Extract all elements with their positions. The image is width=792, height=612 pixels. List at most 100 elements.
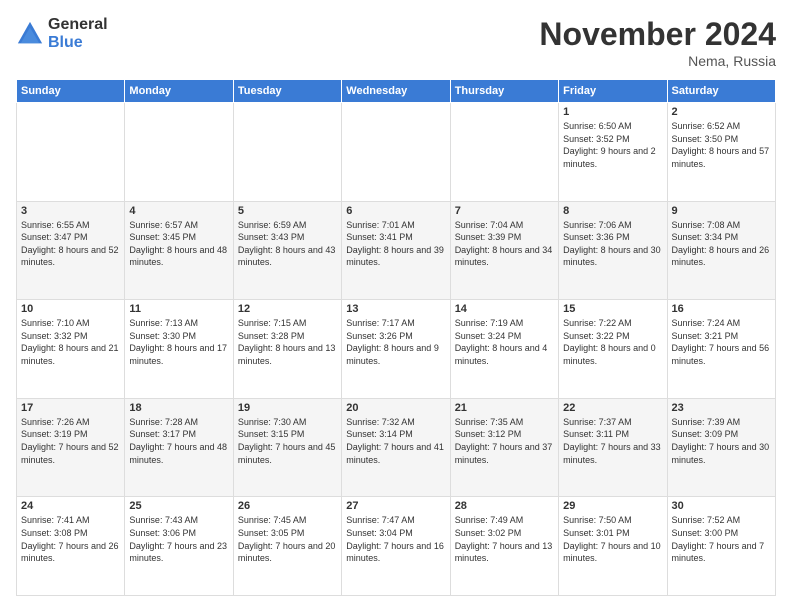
day-number: 27 — [346, 500, 445, 512]
day-info: Sunrise: 7:49 AMSunset: 3:02 PMDaylight:… — [455, 514, 554, 564]
day-number: 8 — [563, 205, 662, 217]
day-number: 26 — [238, 500, 337, 512]
calendar-header-row: SundayMondayTuesdayWednesdayThursdayFrid… — [17, 80, 776, 103]
calendar-cell — [233, 103, 341, 202]
day-info: Sunrise: 7:37 AMSunset: 3:11 PMDaylight:… — [563, 416, 662, 466]
day-number: 15 — [563, 303, 662, 315]
calendar-cell — [450, 103, 558, 202]
day-header: Thursday — [450, 80, 558, 103]
day-number: 3 — [21, 205, 120, 217]
day-info: Sunrise: 7:32 AMSunset: 3:14 PMDaylight:… — [346, 416, 445, 466]
day-info: Sunrise: 7:39 AMSunset: 3:09 PMDaylight:… — [672, 416, 771, 466]
day-header: Tuesday — [233, 80, 341, 103]
day-number: 11 — [129, 303, 228, 315]
calendar-week-row: 3 Sunrise: 6:55 AMSunset: 3:47 PMDaylight… — [17, 201, 776, 300]
calendar-cell: 26 Sunrise: 7:45 AMSunset: 3:05 PMDayligh… — [233, 497, 341, 596]
logo-blue: Blue — [48, 34, 108, 52]
day-info: Sunrise: 6:57 AMSunset: 3:45 PMDaylight:… — [129, 219, 228, 269]
day-number: 25 — [129, 500, 228, 512]
day-info: Sunrise: 7:01 AMSunset: 3:41 PMDaylight:… — [346, 219, 445, 269]
calendar-cell: 28Sunrise: 7:49 AMSunset: 3:02 PMDayligh… — [450, 497, 558, 596]
day-info: Sunrise: 6:52 AMSunset: 3:50 PMDaylight:… — [672, 120, 771, 170]
day-info: Sunrise: 7:24 AMSunset: 3:21 PMDaylight:… — [672, 317, 771, 367]
calendar-cell: 6Sunrise: 7:01 AMSunset: 3:41 PMDaylight… — [342, 201, 450, 300]
calendar-week-row: 24Sunrise: 7:41 AMSunset: 3:08 PMDayligh… — [17, 497, 776, 596]
calendar-cell: 5 Sunrise: 6:59 AMSunset: 3:43 PMDaylight… — [233, 201, 341, 300]
header: General Blue November 2024 Nema, Russia — [16, 16, 776, 69]
day-number: 7 — [455, 205, 554, 217]
day-info: Sunrise: 7:19 AMSunset: 3:24 PMDaylight:… — [455, 317, 554, 367]
day-info: Sunrise: 7:47 AMSunset: 3:04 PMDaylight:… — [346, 514, 445, 564]
calendar-cell: 18 Sunrise: 7:28 AMSunset: 3:17 PMDayligh… — [125, 398, 233, 497]
day-info: Sunrise: 7:41 AMSunset: 3:08 PMDaylight:… — [21, 514, 120, 564]
day-number: 20 — [346, 402, 445, 414]
location: Nema, Russia — [539, 53, 776, 69]
calendar-cell: 11 Sunrise: 7:13 AMSunset: 3:30 PMDayligh… — [125, 300, 233, 399]
calendar-cell: 16Sunrise: 7:24 AMSunset: 3:21 PMDayligh… — [667, 300, 775, 399]
day-number: 17 — [21, 402, 120, 414]
logo-text: General Blue — [48, 16, 108, 51]
calendar-cell: 2 Sunrise: 6:52 AMSunset: 3:50 PMDaylight… — [667, 103, 775, 202]
calendar-cell: 12 Sunrise: 7:15 AMSunset: 3:28 PMDayligh… — [233, 300, 341, 399]
day-info: Sunrise: 6:50 AMSunset: 3:52 PMDaylight:… — [563, 120, 662, 170]
logo: General Blue — [16, 16, 108, 51]
calendar-cell: 30Sunrise: 7:52 AMSunset: 3:00 PMDayligh… — [667, 497, 775, 596]
day-number: 10 — [21, 303, 120, 315]
calendar-cell: 22Sunrise: 7:37 AMSunset: 3:11 PMDayligh… — [559, 398, 667, 497]
day-info: Sunrise: 7:06 AMSunset: 3:36 PMDaylight:… — [563, 219, 662, 269]
calendar-cell: 10 Sunrise: 7:10 AMSunset: 3:32 PMDayligh… — [17, 300, 125, 399]
day-info: Sunrise: 7:04 AMSunset: 3:39 PMDaylight:… — [455, 219, 554, 269]
day-info: Sunrise: 7:45 AMSunset: 3:05 PMDaylight:… — [238, 514, 337, 564]
calendar-cell: 3 Sunrise: 6:55 AMSunset: 3:47 PMDaylight… — [17, 201, 125, 300]
day-number: 12 — [238, 303, 337, 315]
calendar-cell: 4 Sunrise: 6:57 AMSunset: 3:45 PMDaylight… — [125, 201, 233, 300]
day-info: Sunrise: 7:17 AMSunset: 3:26 PMDaylight:… — [346, 317, 445, 367]
day-number: 4 — [129, 205, 228, 217]
day-number: 29 — [563, 500, 662, 512]
calendar-cell: 25Sunrise: 7:43 AMSunset: 3:06 PMDayligh… — [125, 497, 233, 596]
month-title: November 2024 — [539, 16, 776, 53]
day-number: 9 — [672, 205, 771, 217]
day-header: Sunday — [17, 80, 125, 103]
day-number: 14 — [455, 303, 554, 315]
day-number: 23 — [672, 402, 771, 414]
day-number: 18 — [129, 402, 228, 414]
calendar-cell — [17, 103, 125, 202]
calendar-cell: 9 Sunrise: 7:08 AMSunset: 3:34 PMDaylight… — [667, 201, 775, 300]
day-header: Monday — [125, 80, 233, 103]
day-info: Sunrise: 7:50 AMSunset: 3:01 PMDaylight:… — [563, 514, 662, 564]
calendar-cell — [125, 103, 233, 202]
calendar-cell: 13 Sunrise: 7:17 AMSunset: 3:26 PMDayligh… — [342, 300, 450, 399]
logo-icon — [16, 20, 44, 48]
day-info: Sunrise: 7:13 AMSunset: 3:30 PMDaylight:… — [129, 317, 228, 367]
calendar-cell: 20 Sunrise: 7:32 AMSunset: 3:14 PMDayligh… — [342, 398, 450, 497]
day-number: 30 — [672, 500, 771, 512]
calendar-cell: 23 Sunrise: 7:39 AMSunset: 3:09 PMDayligh… — [667, 398, 775, 497]
title-block: November 2024 Nema, Russia — [539, 16, 776, 69]
day-number: 19 — [238, 402, 337, 414]
day-info: Sunrise: 7:15 AMSunset: 3:28 PMDaylight:… — [238, 317, 337, 367]
calendar-cell: 29 Sunrise: 7:50 AMSunset: 3:01 PMDayligh… — [559, 497, 667, 596]
day-header: Wednesday — [342, 80, 450, 103]
day-info: Sunrise: 7:22 AMSunset: 3:22 PMDaylight:… — [563, 317, 662, 367]
day-number: 13 — [346, 303, 445, 315]
day-info: Sunrise: 7:10 AMSunset: 3:32 PMDaylight:… — [21, 317, 120, 367]
day-number: 2 — [672, 106, 771, 118]
day-info: Sunrise: 6:59 AMSunset: 3:43 PMDaylight:… — [238, 219, 337, 269]
day-info: Sunrise: 6:55 AMSunset: 3:47 PMDaylight:… — [21, 219, 120, 269]
calendar-cell: 14 Sunrise: 7:19 AMSunset: 3:24 PMDayligh… — [450, 300, 558, 399]
day-info: Sunrise: 7:35 AMSunset: 3:12 PMDaylight:… — [455, 416, 554, 466]
day-number: 5 — [238, 205, 337, 217]
calendar-cell: 17Sunrise: 7:26 AMSunset: 3:19 PMDayligh… — [17, 398, 125, 497]
calendar-cell: 19Sunrise: 7:30 AMSunset: 3:15 PMDayligh… — [233, 398, 341, 497]
day-info: Sunrise: 7:28 AMSunset: 3:17 PMDaylight:… — [129, 416, 228, 466]
day-number: 1 — [563, 106, 662, 118]
calendar-cell: 15 Sunrise: 7:22 AMSunset: 3:22 PMDayligh… — [559, 300, 667, 399]
calendar-cell: 27 Sunrise: 7:47 AMSunset: 3:04 PMDayligh… — [342, 497, 450, 596]
calendar-cell: 24Sunrise: 7:41 AMSunset: 3:08 PMDayligh… — [17, 497, 125, 596]
page: General Blue November 2024 Nema, Russia … — [0, 0, 792, 612]
calendar-week-row: 1 Sunrise: 6:50 AMSunset: 3:52 PMDaylight… — [17, 103, 776, 202]
calendar-cell: 7 Sunrise: 7:04 AMSunset: 3:39 PMDaylight… — [450, 201, 558, 300]
day-info: Sunrise: 7:08 AMSunset: 3:34 PMDaylight:… — [672, 219, 771, 269]
calendar: SundayMondayTuesdayWednesdayThursdayFrid… — [16, 79, 776, 596]
